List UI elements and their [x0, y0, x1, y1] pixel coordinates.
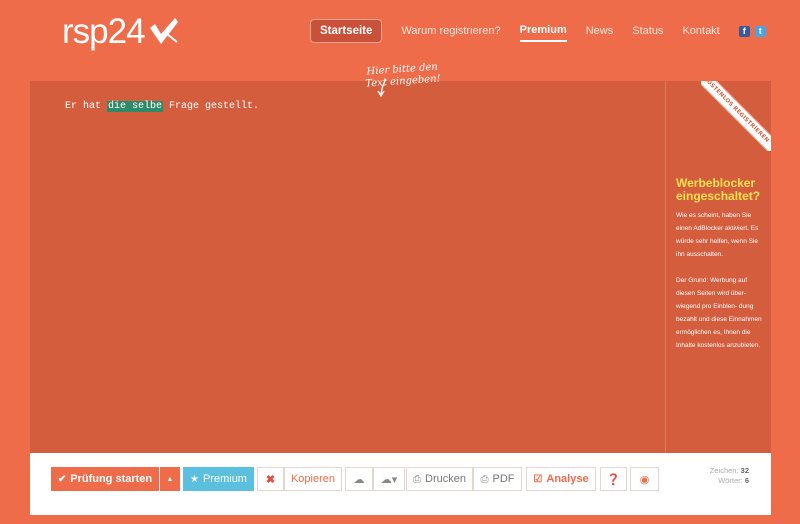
premium-label: Premium [202, 473, 247, 485]
adblock-notice: Werbeblocker eingeschaltet? Wie es schei… [676, 177, 766, 365]
main-nav: Startseite Warum registrieren? Premium N… [310, 18, 766, 44]
help-button[interactable]: ❓ [600, 467, 627, 491]
nav-kontakt[interactable]: Kontakt [682, 25, 719, 37]
check-icon: ✔ [57, 473, 67, 485]
download-button[interactable]: ☁▾ [373, 467, 405, 491]
social-links: f t [738, 25, 766, 37]
start-check-label: Prüfung starten [70, 473, 153, 485]
editor-content[interactable]: Er hat die selbe Frage gestellt. [65, 101, 259, 112]
clear-button[interactable]: ✖ [257, 467, 284, 491]
pdf-button[interactable]: ⎙ PDF [473, 467, 522, 491]
hide-highlights-button[interactable]: ◉ [630, 467, 659, 491]
cloud-download-icon: ☁▾ [380, 473, 398, 486]
pdf-icon: ⎙ [480, 473, 489, 485]
facebook-icon[interactable]: f [738, 25, 750, 37]
start-options-dropdown[interactable]: ▲ [160, 467, 180, 491]
editor-panel: Er hat die selbe Frage gestellt. KOSTENL… [30, 81, 771, 453]
twitter-icon[interactable]: t [754, 25, 766, 37]
copy-button[interactable]: Kopieren [284, 467, 342, 491]
ribbon-label: KOSTENLOS REGISTRIEREN [701, 81, 771, 151]
analyse-button[interactable]: ☑ Analyse [526, 467, 596, 491]
analyse-label: Analyse [546, 473, 589, 485]
pdf-label: PDF [492, 473, 515, 485]
char-count: Zeichen: 32 [709, 466, 749, 475]
toolbar: ✔ Prüfung starten ▲ ★ Premium ✖ Kopieren… [30, 453, 771, 515]
nav-warum-registrieren[interactable]: Warum registrieren? [401, 25, 500, 37]
star-icon: ★ [190, 473, 199, 485]
nav-startseite[interactable]: Startseite [310, 19, 383, 43]
nav-status[interactable]: Status [632, 25, 663, 37]
x-icon: ✖ [265, 473, 276, 486]
logo-checkmark-icon [149, 18, 178, 44]
print-button[interactable]: ⎙ Drucken [406, 467, 473, 491]
text-stats: Zeichen: 32 Wörter: 6 [710, 466, 749, 486]
error-highlight[interactable]: die selbe [107, 101, 164, 112]
upload-button[interactable]: ☁ [345, 467, 373, 491]
adblock-text-2: Der Grund: Werbung auf diesen Seiten wir… [676, 277, 762, 349]
word-count: Wörter: 6 [718, 476, 749, 485]
nav-premium[interactable]: Premium [519, 24, 567, 42]
eye-slash-icon: ◉ [639, 473, 650, 486]
print-label: Drucken [425, 473, 466, 485]
print-icon: ⎙ [413, 473, 422, 485]
text-segment: Er hat [65, 101, 108, 112]
caret-up-icon: ▲ [166, 475, 174, 483]
start-check-button[interactable]: ✔ Prüfung starten [51, 467, 159, 491]
check-square-icon: ☑ [533, 473, 543, 485]
adblock-title: Werbeblocker eingeschaltet? [676, 176, 761, 203]
hint-arrow-icon [377, 78, 387, 98]
premium-button[interactable]: ★ Premium [183, 467, 254, 491]
logo-text: rsp24 [62, 12, 146, 51]
logo[interactable]: rsp24 [62, 12, 181, 56]
copy-label: Kopieren [290, 473, 336, 485]
nav-news[interactable]: News [586, 25, 614, 37]
help-icon: ❓ [606, 473, 621, 486]
register-ribbon[interactable]: KOSTENLOS REGISTRIEREN [701, 81, 771, 151]
text-editor[interactable]: Er hat die selbe Frage gestellt. [30, 81, 666, 453]
text-segment: Frage gestellt. [163, 101, 260, 112]
adblock-text-1: Wie es scheint, haben Sie einen AdBlocke… [676, 212, 759, 258]
cloud-upload-icon: ☁ [353, 473, 365, 486]
